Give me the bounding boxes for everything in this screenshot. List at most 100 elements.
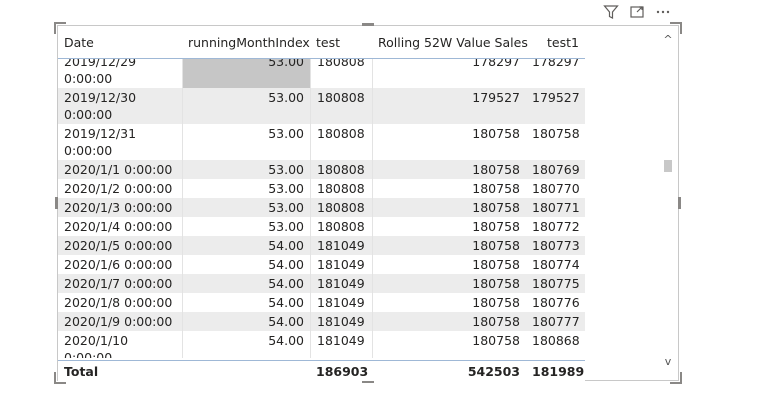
cell-rolling-sales: 180758 xyxy=(372,217,526,236)
cell-rolling-sales: 180758 xyxy=(372,236,526,255)
cell-test1: 180868 xyxy=(532,333,580,348)
column-header-rolling-52w-value-sales[interactable]: Rolling 52W Value Sales xyxy=(372,35,528,50)
cell-test1: 178297 xyxy=(532,58,580,69)
cell-test: 180808 xyxy=(310,160,372,179)
table-row[interactable]: 2020/1/10 0:00:00 54.00 181049 180758 18… xyxy=(58,331,585,358)
filter-icon[interactable] xyxy=(603,4,619,20)
cell-test: 181049 xyxy=(310,274,372,293)
column-header-running-month-index[interactable]: runningMonthIndex xyxy=(182,35,310,50)
cell-running-month-index: 53.00 xyxy=(182,58,310,88)
table-row[interactable]: 2020/1/4 0:00:00 53.00 180808 180758 180… xyxy=(58,217,585,236)
cell-running-month-index: 53.00 xyxy=(182,179,310,198)
table-body[interactable]: 2019/12/29 0:00:00 53.00 180808 178297 1… xyxy=(58,58,658,358)
cell-test: 180808 xyxy=(310,88,372,124)
total-label: Total xyxy=(64,363,99,379)
resize-handle-right[interactable] xyxy=(678,197,681,209)
cell-test1: 180775 xyxy=(532,276,580,291)
table-row[interactable]: 2020/1/7 0:00:00 54.00 181049 180758 180… xyxy=(58,274,585,293)
cell-rolling-sales: 180758 xyxy=(372,198,526,217)
cell-test: 180808 xyxy=(310,198,372,217)
cell-running-month-index: 53.00 xyxy=(182,160,310,179)
table-row[interactable]: 2020/1/6 0:00:00 54.00 181049 180758 180… xyxy=(58,255,585,274)
cell-date: 2019/12/29 0:00:00 xyxy=(64,58,137,86)
cell-test: 181049 xyxy=(310,255,372,274)
cell-date: 2020/1/9 0:00:00 xyxy=(64,314,173,329)
cell-date: 2020/1/5 0:00:00 xyxy=(64,238,173,253)
cell-test1: 180777 xyxy=(532,314,580,329)
column-header-test[interactable]: test xyxy=(310,35,372,50)
cell-running-month-index: 54.00 xyxy=(182,331,310,358)
cell-running-month-index: 54.00 xyxy=(182,312,310,331)
cell-rolling-sales: 180758 xyxy=(372,312,526,331)
vertical-scrollbar[interactable]: ^ v xyxy=(658,26,678,380)
cell-test: 181049 xyxy=(310,293,372,312)
table-row[interactable]: 2020/1/3 0:00:00 53.00 180808 180758 180… xyxy=(58,198,585,217)
table-row[interactable]: 2020/1/5 0:00:00 54.00 181049 180758 180… xyxy=(58,236,585,255)
table-row[interactable]: 2019/12/30 0:00:00 53.00 180808 179527 1… xyxy=(58,88,585,124)
cell-rolling-sales: 180758 xyxy=(372,124,526,160)
scroll-down-icon[interactable]: v xyxy=(662,356,674,368)
column-header-date[interactable]: Date xyxy=(58,35,182,50)
cell-running-month-index: 53.00 xyxy=(182,88,310,124)
cell-test: 180808 xyxy=(310,179,372,198)
cell-rolling-sales: 178297 xyxy=(372,58,526,88)
cell-date: 2020/1/3 0:00:00 xyxy=(64,200,173,215)
scrollbar-thumb[interactable] xyxy=(664,160,672,172)
cell-date: 2020/1/2 0:00:00 xyxy=(64,181,173,196)
cell-date: 2020/1/4 0:00:00 xyxy=(64,219,173,234)
cell-rolling-sales: 179527 xyxy=(372,88,526,124)
cell-test1: 180773 xyxy=(532,238,580,253)
visual-header xyxy=(603,3,671,21)
cell-test: 181049 xyxy=(310,236,372,255)
cell-test: 180808 xyxy=(310,58,372,88)
cell-date: 2020/1/1 0:00:00 xyxy=(64,162,173,177)
cell-date: 2020/1/10 0:00:00 xyxy=(64,333,129,358)
table: Date runningMonthIndex test Rolling 52W … xyxy=(58,26,658,358)
cell-date: 2019/12/31 0:00:00 xyxy=(64,126,137,158)
more-options-icon[interactable] xyxy=(655,4,671,20)
cell-test1: 180776 xyxy=(532,295,580,310)
cell-running-month-index: 54.00 xyxy=(182,255,310,274)
header-divider xyxy=(58,58,585,59)
cell-rolling-sales: 180758 xyxy=(372,255,526,274)
table-row[interactable]: 2020/1/9 0:00:00 54.00 181049 180758 180… xyxy=(58,312,585,331)
cell-test1: 179527 xyxy=(532,90,580,105)
table-row[interactable]: 2020/1/1 0:00:00 53.00 180808 180758 180… xyxy=(58,160,585,179)
cell-test1: 180771 xyxy=(532,200,580,215)
cell-rolling-sales: 180758 xyxy=(372,331,526,358)
cell-test: 181049 xyxy=(310,331,372,358)
table-row[interactable]: 2020/1/2 0:00:00 53.00 180808 180758 180… xyxy=(58,179,585,198)
cell-running-month-index: 53.00 xyxy=(182,124,310,160)
cell-date: 2020/1/7 0:00:00 xyxy=(64,276,173,291)
cell-test: 181049 xyxy=(310,312,372,331)
cell-running-month-index: 54.00 xyxy=(182,293,310,312)
cell-test1: 180769 xyxy=(532,162,580,177)
table-row[interactable]: 2020/1/8 0:00:00 54.00 181049 180758 180… xyxy=(58,293,585,312)
cell-test1: 180772 xyxy=(532,219,580,234)
column-header-test1[interactable]: test1 xyxy=(526,35,585,50)
cell-running-month-index: 53.00 xyxy=(182,198,310,217)
cell-rolling-sales: 180758 xyxy=(372,160,526,179)
table-visual[interactable]: Date runningMonthIndex test Rolling 52W … xyxy=(54,22,682,384)
table-row[interactable]: 2019/12/31 0:00:00 53.00 180808 180758 1… xyxy=(58,124,585,160)
cell-test1: 180774 xyxy=(532,257,580,272)
cell-date: 2019/12/30 0:00:00 xyxy=(64,90,137,122)
cell-date: 2020/1/6 0:00:00 xyxy=(64,257,173,272)
cell-test1: 180758 xyxy=(532,126,580,141)
cell-rolling-sales: 180758 xyxy=(372,179,526,198)
total-test: 186903 xyxy=(316,363,369,379)
scroll-up-icon[interactable]: ^ xyxy=(662,34,674,46)
cell-running-month-index: 54.00 xyxy=(182,274,310,293)
table-header-row: Date runningMonthIndex test Rolling 52W … xyxy=(58,26,658,58)
cell-test: 180808 xyxy=(310,217,372,236)
cell-test1: 180770 xyxy=(532,181,580,196)
cell-running-month-index: 53.00 xyxy=(182,217,310,236)
total-row: Total 186903 542503 181989 xyxy=(58,360,585,381)
cell-rolling-sales: 180758 xyxy=(372,293,526,312)
cell-test: 180808 xyxy=(310,124,372,160)
cell-rolling-sales: 180758 xyxy=(372,274,526,293)
total-test1: 181989 xyxy=(532,363,585,379)
cell-date: 2020/1/8 0:00:00 xyxy=(64,295,173,310)
focus-mode-icon[interactable] xyxy=(629,4,645,20)
table-row[interactable]: 2019/12/29 0:00:00 53.00 180808 178297 1… xyxy=(58,58,585,88)
